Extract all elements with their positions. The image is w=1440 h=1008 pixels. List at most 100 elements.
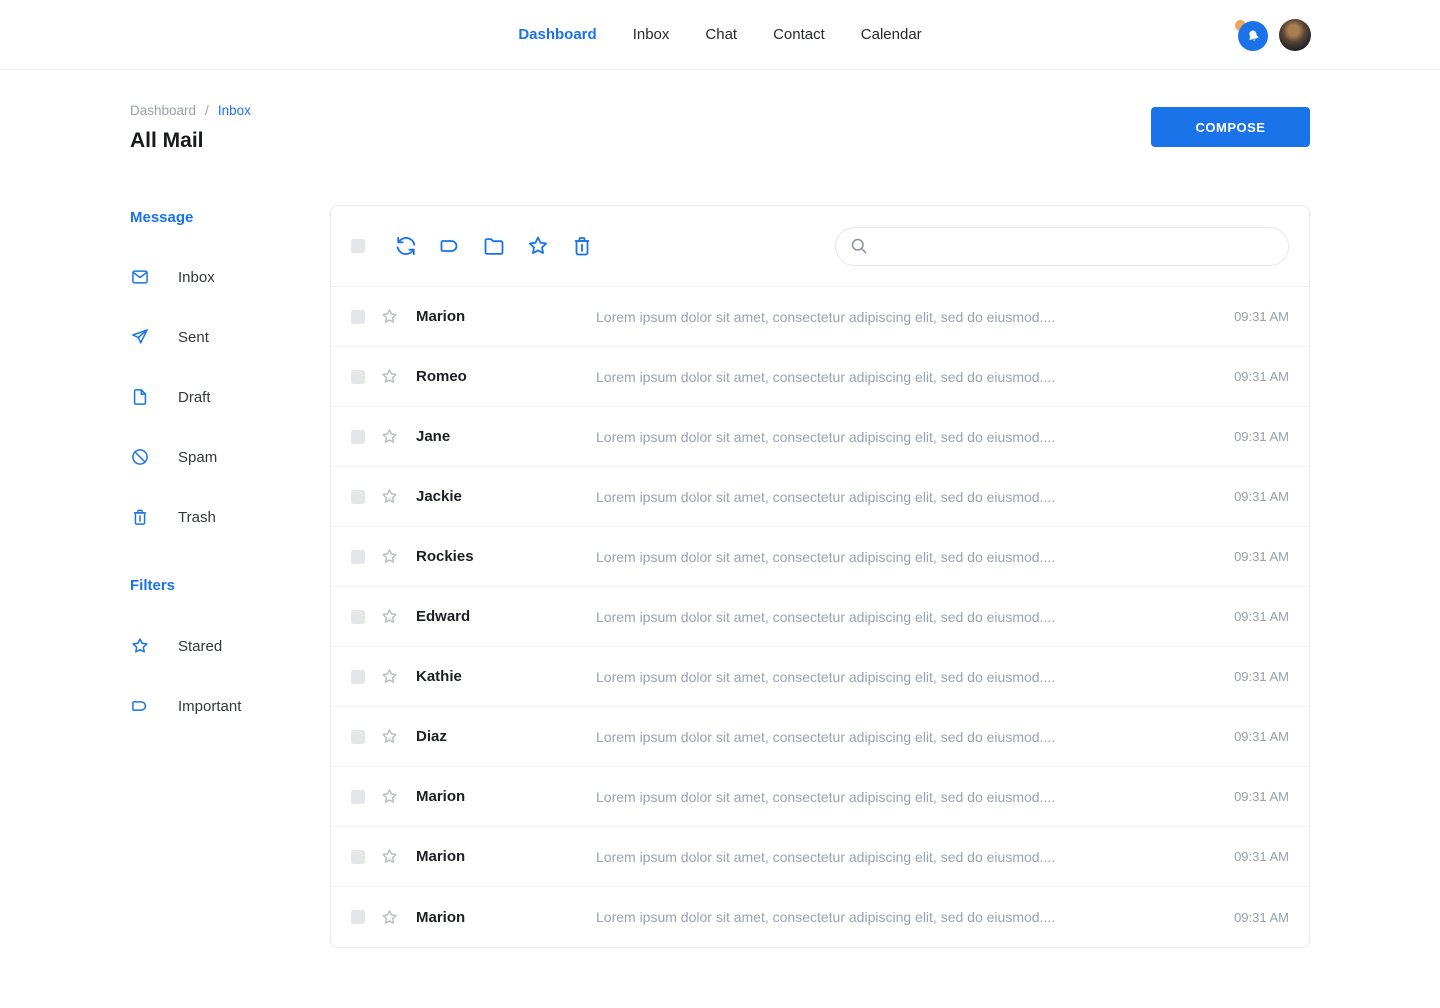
row-star-icon[interactable] [380, 667, 399, 686]
mail-sender: Jackie [416, 488, 596, 505]
sidebar-item-draft[interactable]: Draft [130, 367, 330, 427]
row-checkbox[interactable] [351, 730, 365, 744]
row-checkbox[interactable] [351, 430, 365, 444]
row-star-icon[interactable] [380, 908, 399, 927]
sidebar-item-label: Inbox [178, 269, 215, 286]
breadcrumb: Dashboard / Inbox [130, 103, 251, 118]
mail-row[interactable]: Jackie Lorem ipsum dolor sit amet, conse… [331, 467, 1309, 527]
mail-sender: Rockies [416, 548, 596, 565]
mail-row[interactable]: Marion Lorem ipsum dolor sit amet, conse… [331, 767, 1309, 827]
mail-preview: Lorem ipsum dolor sit amet, consectetur … [596, 369, 1197, 385]
folder-icon[interactable] [482, 234, 506, 258]
breadcrumb-dashboard[interactable]: Dashboard [130, 103, 196, 118]
search-box [835, 227, 1289, 266]
row-checkbox[interactable] [351, 490, 365, 504]
mail-time: 09:31 AM [1197, 849, 1289, 864]
sidebar-heading-filters: Filters [130, 577, 330, 594]
mail-time: 09:31 AM [1197, 309, 1289, 324]
bell-icon [1238, 21, 1268, 51]
row-checkbox[interactable] [351, 310, 365, 324]
refresh-icon[interactable] [394, 234, 418, 258]
nav-chat[interactable]: Chat [705, 26, 737, 43]
nav-links: Dashboard Inbox Chat Contact Calendar [518, 26, 921, 43]
mail-rows: Marion Lorem ipsum dolor sit amet, conse… [331, 287, 1309, 947]
mail-row[interactable]: Romeo Lorem ipsum dolor sit amet, consec… [331, 347, 1309, 407]
notifications-button[interactable] [1234, 18, 1268, 52]
nav-inbox[interactable]: Inbox [633, 26, 670, 43]
mail-time: 09:31 AM [1197, 910, 1289, 925]
sidebar-item-stared[interactable]: Stared [130, 616, 330, 676]
row-star-icon[interactable] [380, 607, 399, 626]
mail-row[interactable]: Diaz Lorem ipsum dolor sit amet, consect… [331, 707, 1309, 767]
row-star-icon[interactable] [380, 427, 399, 446]
mail-row[interactable]: Jane Lorem ipsum dolor sit amet, consect… [331, 407, 1309, 467]
mail-row[interactable]: Rockies Lorem ipsum dolor sit amet, cons… [331, 527, 1309, 587]
top-nav: Dashboard Inbox Chat Contact Calendar [0, 0, 1440, 70]
mail-sender: Diaz [416, 728, 596, 745]
row-checkbox[interactable] [351, 550, 365, 564]
mail-preview: Lorem ipsum dolor sit amet, consectetur … [596, 489, 1197, 505]
sidebar-item-spam[interactable]: Spam [130, 427, 330, 487]
label-icon[interactable] [438, 234, 462, 258]
mail-row[interactable]: Marion Lorem ipsum dolor sit amet, conse… [331, 287, 1309, 347]
mail-sender: Marion [416, 788, 596, 805]
breadcrumb-separator: / [205, 103, 209, 118]
row-checkbox[interactable] [351, 370, 365, 384]
mail-time: 09:31 AM [1197, 669, 1289, 684]
compose-button[interactable]: COMPOSE [1151, 107, 1310, 147]
main-area: Message Inbox Sent Draft [130, 205, 1310, 948]
sidebar-item-label: Spam [178, 449, 217, 466]
row-star-icon[interactable] [380, 727, 399, 746]
send-icon [130, 327, 150, 347]
row-checkbox[interactable] [351, 670, 365, 684]
star-icon [130, 636, 150, 656]
mail-row[interactable]: Marion Lorem ipsum dolor sit amet, conse… [331, 887, 1309, 947]
row-checkbox[interactable] [351, 910, 365, 924]
label-icon [130, 696, 150, 716]
mail-preview: Lorem ipsum dolor sit amet, consectetur … [596, 849, 1197, 865]
search-icon [849, 236, 869, 256]
mail-sender: Marion [416, 909, 596, 926]
sidebar-item-trash[interactable]: Trash [130, 487, 330, 547]
envelope-icon [130, 267, 150, 287]
mail-time: 09:31 AM [1197, 729, 1289, 744]
mail-preview: Lorem ipsum dolor sit amet, consectetur … [596, 309, 1197, 325]
row-star-icon[interactable] [380, 787, 399, 806]
select-all-checkbox[interactable] [351, 239, 365, 253]
row-checkbox[interactable] [351, 610, 365, 624]
nav-dashboard[interactable]: Dashboard [518, 26, 596, 43]
sidebar-heading-message: Message [130, 209, 330, 226]
breadcrumb-inbox[interactable]: Inbox [218, 103, 251, 118]
mail-sender: Edward [416, 608, 596, 625]
row-star-icon[interactable] [380, 847, 399, 866]
user-avatar[interactable] [1279, 19, 1311, 51]
mail-app-page: Dashboard Inbox Chat Contact Calendar [0, 0, 1440, 1008]
sidebar-item-sent[interactable]: Sent [130, 307, 330, 367]
row-star-icon[interactable] [380, 547, 399, 566]
sidebar-message-list: Inbox Sent Draft Spam Trash [130, 247, 330, 547]
file-icon [130, 387, 150, 407]
search-input[interactable] [879, 238, 1275, 254]
mail-time: 09:31 AM [1197, 489, 1289, 504]
row-checkbox[interactable] [351, 790, 365, 804]
mail-time: 09:31 AM [1197, 549, 1289, 564]
row-star-icon[interactable] [380, 307, 399, 326]
mail-row[interactable]: Edward Lorem ipsum dolor sit amet, conse… [331, 587, 1309, 647]
star-icon[interactable] [526, 234, 550, 258]
mail-row[interactable]: Kathie Lorem ipsum dolor sit amet, conse… [331, 647, 1309, 707]
row-checkbox[interactable] [351, 850, 365, 864]
row-star-icon[interactable] [380, 367, 399, 386]
trash-icon[interactable] [570, 234, 594, 258]
mail-preview: Lorem ipsum dolor sit amet, consectetur … [596, 729, 1197, 745]
mail-time: 09:31 AM [1197, 369, 1289, 384]
sidebar-item-important[interactable]: Important [130, 676, 330, 736]
sidebar-item-inbox[interactable]: Inbox [130, 247, 330, 307]
nav-calendar[interactable]: Calendar [861, 26, 922, 43]
row-star-icon[interactable] [380, 487, 399, 506]
mail-preview: Lorem ipsum dolor sit amet, consectetur … [596, 549, 1197, 565]
sidebar-item-label: Stared [178, 638, 222, 655]
page-content: Dashboard / Inbox All Mail COMPOSE Messa… [0, 103, 1440, 948]
mail-row[interactable]: Marion Lorem ipsum dolor sit amet, conse… [331, 827, 1309, 887]
nav-contact[interactable]: Contact [773, 26, 825, 43]
block-icon [130, 447, 150, 467]
